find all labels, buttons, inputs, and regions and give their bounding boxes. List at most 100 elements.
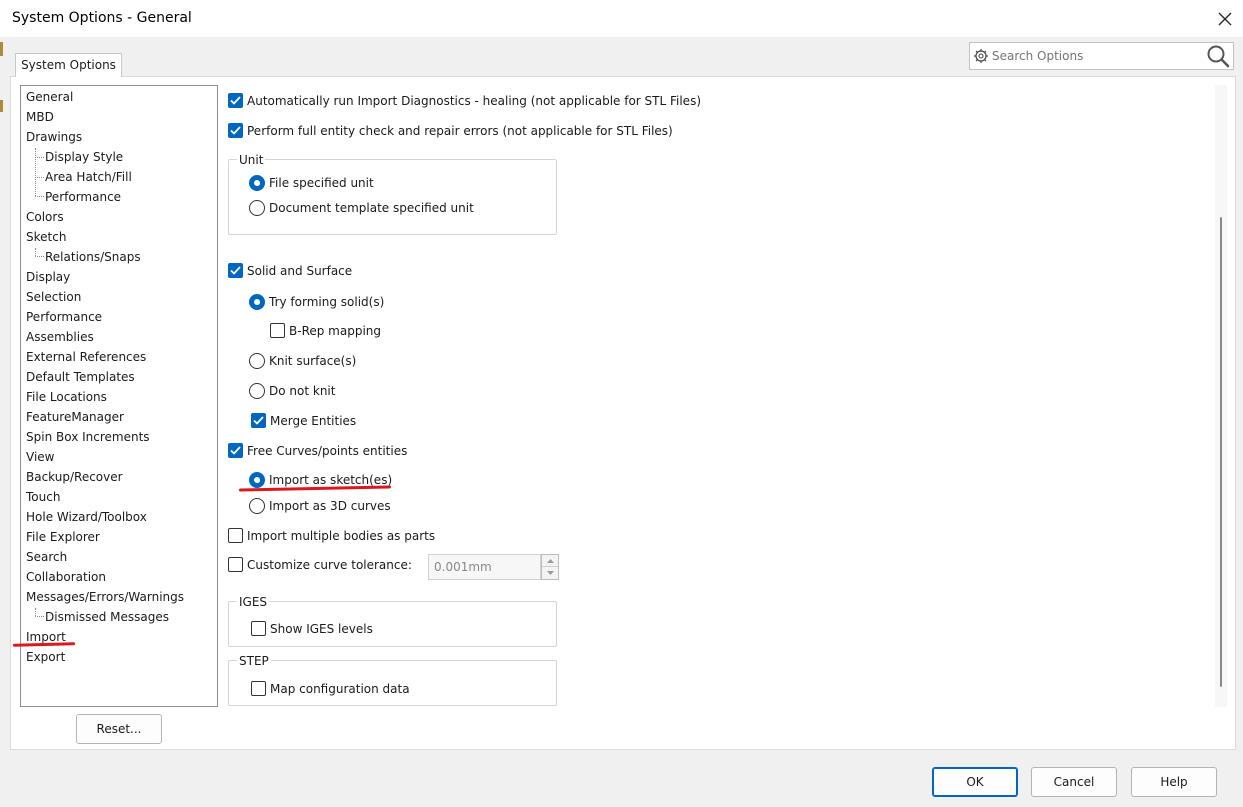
radio-selected[interactable]: [249, 472, 265, 488]
option-label: B-Rep mapping: [289, 323, 382, 338]
tree-item-spin-box[interactable]: Spin Box Increments: [26, 428, 150, 446]
tree-connector: [35, 196, 44, 197]
checkbox-unchecked[interactable]: [251, 621, 266, 636]
tree-item-relations-snaps[interactable]: Relations/Snaps: [45, 248, 141, 266]
tree-item-display-style[interactable]: Display Style: [45, 148, 123, 166]
tree-item-messages[interactable]: Messages/Errors/Warnings: [26, 588, 184, 606]
tree-item-selection[interactable]: Selection: [26, 288, 81, 306]
tree-item-external-references[interactable]: External References: [26, 348, 146, 366]
option-label: File specified unit: [269, 176, 374, 190]
tree-item-assemblies[interactable]: Assemblies: [26, 328, 94, 346]
try-solid-option[interactable]: Try forming solid(s): [249, 294, 384, 310]
options-panel: Automatically run Import Diagnostics - h…: [219, 85, 1215, 707]
checkbox-checked[interactable]: [228, 123, 243, 138]
tree-item-colors[interactable]: Colors: [26, 208, 64, 226]
magnifier-icon[interactable]: [1205, 43, 1231, 69]
brep-mapping-option[interactable]: B-Rep mapping: [270, 323, 381, 338]
tree-item-display[interactable]: Display: [26, 268, 70, 286]
unit-template-option[interactable]: Document template specified unit: [249, 200, 474, 216]
spin-up-button[interactable]: [542, 555, 558, 567]
radio-selected[interactable]: [249, 175, 265, 191]
checkbox-unchecked[interactable]: [228, 557, 243, 572]
checkbox-checked[interactable]: [228, 263, 243, 278]
option-label: Free Curves/points entities: [247, 443, 408, 458]
checkbox-checked[interactable]: [228, 443, 243, 458]
merge-entities-option[interactable]: Merge Entities: [251, 413, 356, 428]
radio-unselected[interactable]: [249, 353, 265, 369]
radio-unselected[interactable]: [249, 383, 265, 399]
close-icon: [1218, 12, 1232, 25]
cancel-button[interactable]: Cancel: [1031, 767, 1117, 797]
tree-item-featuremanager[interactable]: FeatureManager: [26, 408, 124, 426]
tree-item-file-locations[interactable]: File Locations: [26, 388, 107, 406]
import-as-3d-curves-option[interactable]: Import as 3D curves: [249, 498, 391, 514]
radio-selected[interactable]: [249, 294, 265, 310]
checkbox-checked[interactable]: [228, 93, 243, 108]
close-button[interactable]: [1207, 0, 1243, 37]
option-label: Import as 3D curves: [269, 499, 391, 513]
curve-tolerance-input[interactable]: 0.001mm: [428, 554, 541, 580]
option-label: Merge Entities: [270, 413, 357, 428]
help-button[interactable]: Help: [1131, 767, 1217, 797]
caret-down-icon: [546, 571, 554, 575]
tree-item-export[interactable]: Export: [26, 648, 65, 666]
window-title: System Options - General: [12, 10, 192, 26]
iges-levels-option[interactable]: Show IGES levels: [251, 621, 373, 636]
group-label: Unit: [237, 153, 266, 167]
tree-item-drawings-performance[interactable]: Performance: [45, 188, 121, 206]
free-curves-option[interactable]: Free Curves/points entities: [228, 443, 407, 458]
tree-item-collaboration[interactable]: Collaboration: [26, 568, 106, 586]
background-edge: [0, 42, 3, 56]
checkbox-unchecked[interactable]: [251, 681, 266, 696]
checkbox-unchecked[interactable]: [270, 323, 285, 338]
tab-system-options[interactable]: System Options: [15, 53, 122, 77]
tree-item-sketch[interactable]: Sketch: [26, 228, 66, 246]
curve-tolerance-option[interactable]: Customize curve tolerance:: [228, 557, 412, 572]
option-label: Map configuration data: [270, 681, 410, 696]
do-not-knit-option[interactable]: Do not knit: [249, 383, 335, 399]
ok-button[interactable]: OK: [932, 767, 1018, 797]
spin-down-button[interactable]: [542, 567, 558, 579]
tree-item-mbd[interactable]: MBD: [26, 108, 54, 126]
auto-diagnostics-option[interactable]: Automatically run Import Diagnostics - h…: [228, 93, 701, 108]
solid-surface-option[interactable]: Solid and Surface: [228, 263, 352, 278]
curve-tolerance-spinner[interactable]: [541, 554, 559, 580]
tree-item-view[interactable]: View: [26, 448, 54, 466]
multiple-bodies-option[interactable]: Import multiple bodies as parts: [228, 528, 435, 543]
unit-file-option[interactable]: File specified unit: [249, 175, 374, 191]
checkbox-unchecked[interactable]: [228, 528, 243, 543]
radio-unselected[interactable]: [249, 200, 265, 216]
tree-item-default-templates[interactable]: Default Templates: [26, 368, 135, 386]
tree-item-touch[interactable]: Touch: [26, 488, 60, 506]
reset-button[interactable]: Reset...: [76, 714, 162, 744]
tree-item-drawings[interactable]: Drawings: [26, 128, 82, 146]
scrollbar-thumb[interactable]: [1220, 217, 1222, 687]
search-input[interactable]: [992, 49, 1205, 63]
tree-item-area-hatch[interactable]: Area Hatch/Fill: [45, 168, 132, 186]
tree-item-hole-wizard[interactable]: Hole Wizard/Toolbox: [26, 508, 147, 526]
title-bar: System Options - General: [0, 0, 1243, 37]
checkbox-checked[interactable]: [251, 413, 266, 428]
option-label: Customize curve tolerance:: [247, 557, 412, 572]
radio-unselected[interactable]: [249, 498, 265, 514]
option-label: Knit surface(s): [269, 354, 357, 368]
tree-item-dismissed-messages[interactable]: Dismissed Messages: [45, 608, 169, 626]
option-label: Show IGES levels: [270, 621, 373, 636]
gear-icon[interactable]: [973, 48, 989, 64]
tree-item-general[interactable]: General: [26, 88, 73, 106]
options-tree: General MBD Drawings Display Style Area …: [20, 85, 218, 707]
tree-connector: [35, 177, 44, 178]
tree-item-backup[interactable]: Backup/Recover: [26, 468, 123, 486]
unit-group: Unit: [228, 153, 557, 235]
map-config-option[interactable]: Map configuration data: [251, 681, 410, 696]
tree-item-performance[interactable]: Performance: [26, 308, 102, 326]
tree-connector: [35, 148, 36, 196]
full-entity-check-option[interactable]: Perform full entity check and repair err…: [228, 123, 673, 138]
vertical-scrollbar[interactable]: [1215, 85, 1227, 707]
tree-item-search[interactable]: Search: [26, 548, 67, 566]
search-box[interactable]: [969, 42, 1234, 70]
option-label: Import multiple bodies as parts: [247, 528, 436, 543]
option-label: Automatically run Import Diagnostics - h…: [247, 93, 701, 108]
knit-surface-option[interactable]: Knit surface(s): [249, 353, 356, 369]
tree-item-file-explorer[interactable]: File Explorer: [26, 528, 100, 546]
